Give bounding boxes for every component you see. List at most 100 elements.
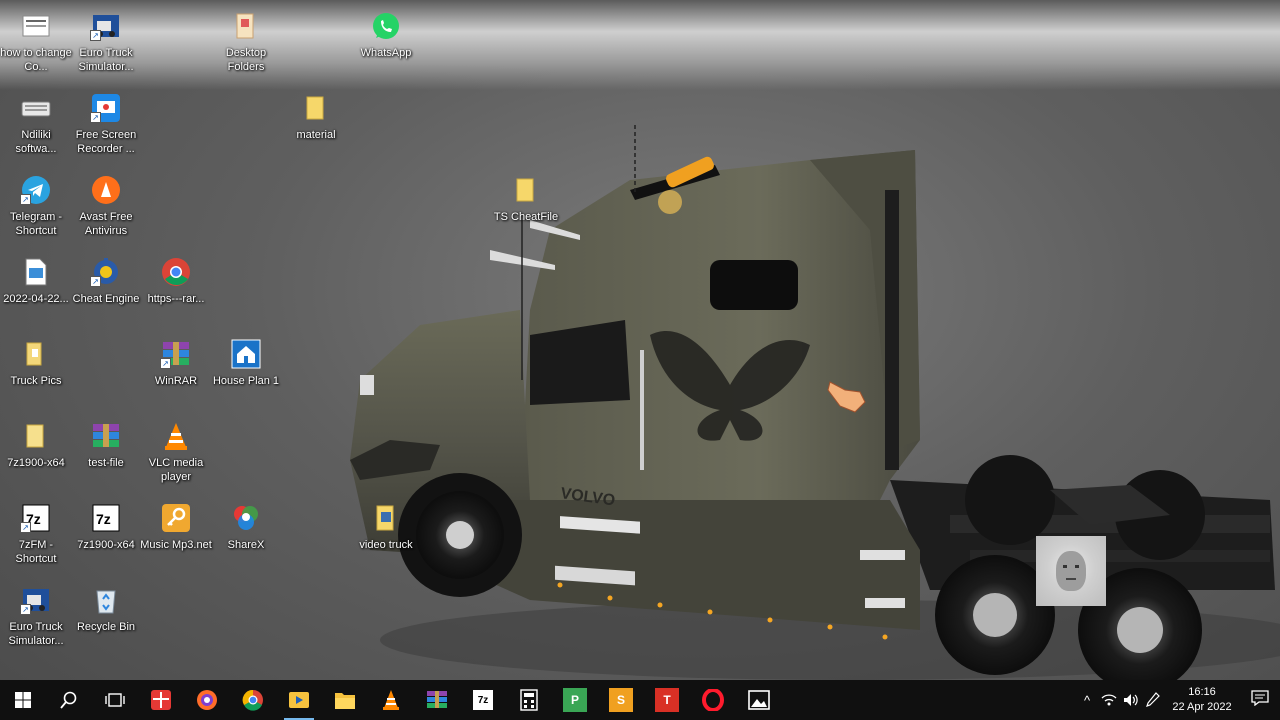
taskbar-app-text[interactable]: T	[644, 680, 690, 720]
desktop-icon-desktop-folders[interactable]: Desktop Folders	[211, 10, 281, 74]
desktop-icon-7zfm-shortcut[interactable]: 7z ↗ 7zFM - Shortcut	[1, 502, 71, 566]
taskbar-app-sheets[interactable]: S	[598, 680, 644, 720]
desktop-icon-label: Euro Truck Simulator...	[78, 47, 134, 73]
desktop-icon-vlc[interactable]: VLC media player	[141, 420, 211, 484]
avast-icon	[89, 174, 123, 206]
text-app-icon: T	[655, 688, 679, 712]
sheets-icon: S	[609, 688, 633, 712]
file-explorer-icon	[333, 688, 357, 712]
video-folder-icon	[369, 502, 403, 534]
desktop-icon-label: 2022-04-22...	[3, 293, 69, 305]
photos-icon	[747, 688, 771, 712]
brave-browser-icon	[195, 688, 219, 712]
screen-recorder-icon	[287, 688, 311, 712]
rar-archive-icon	[89, 420, 123, 452]
desktop-icon-ndiliki-software[interactable]: Ndiliki softwa...	[1, 92, 71, 156]
desktop-icon-telegram-shortcut[interactable]: ↗ Telegram - Shortcut	[1, 174, 71, 238]
chrome-icon	[159, 256, 193, 288]
desktop-icon-label: Recycle Bin	[76, 621, 136, 633]
desktop-icon-free-screen-recorder[interactable]: ↗ Free Screen Recorder ...	[71, 92, 141, 156]
7zip-icon: 7z	[89, 502, 123, 534]
desktop-icon-truck-pics[interactable]: Truck Pics	[1, 338, 71, 388]
desktop-icon-whatsapp[interactable]: WhatsApp	[351, 10, 421, 60]
taskbar-app-7zip[interactable]: 7z	[460, 680, 506, 720]
clock-date: 22 Apr 2022	[1172, 701, 1232, 713]
desktop-icon-label: video truck	[359, 539, 413, 551]
search-icon	[57, 688, 81, 712]
pen-icon[interactable]	[1142, 680, 1164, 720]
taskbar-app-winrar[interactable]	[414, 680, 460, 720]
desktop-icon-7z1900-installer[interactable]: 7z 7z1900-x64	[71, 502, 141, 552]
desktop-icon-label: https---rar...	[147, 293, 205, 305]
house-plan-icon	[229, 338, 263, 370]
taskbar-app-screen-recorder[interactable]	[276, 680, 322, 720]
desktop-icon-ts-cheatfile[interactable]: TS CheatFile	[491, 174, 561, 224]
desktop-icon-label: Ndiliki softwa...	[15, 129, 57, 155]
telegram-icon: ↗	[19, 174, 53, 206]
taskbar-app-photos[interactable]	[736, 680, 782, 720]
volume-icon[interactable]	[1120, 680, 1142, 720]
desktop-icon-label: material	[296, 129, 336, 141]
opera-icon	[701, 688, 725, 712]
desktop-icon-label: 7zFM - Shortcut	[15, 539, 57, 565]
taskbar-app-calculator[interactable]	[506, 680, 552, 720]
cheat-engine-icon: ↗	[89, 256, 123, 288]
windows-start-icon	[11, 688, 35, 712]
task-view-button[interactable]	[92, 680, 138, 720]
desktop-icon-how-to-change[interactable]: how to change Co...	[0, 10, 72, 74]
folder-icon	[509, 174, 543, 206]
taskbar-app-file-explorer[interactable]	[322, 680, 368, 720]
taskbar-app-vlc[interactable]	[368, 680, 414, 720]
desktop-icon-material[interactable]: material	[281, 92, 351, 142]
system-tray: ^ 16:16 22 Apr 2022	[1076, 680, 1280, 720]
desktop-icon-label: House Plan 1	[212, 375, 280, 387]
taskbar-app-gift[interactable]	[138, 680, 184, 720]
task-view-icon	[103, 688, 127, 712]
desktop-icon-euro-truck-1[interactable]: ↗ Euro Truck Simulator...	[71, 10, 141, 74]
folder-icon	[19, 420, 53, 452]
desktop-icon-label: Cheat Engine	[72, 293, 140, 305]
document-icon	[19, 10, 53, 42]
desktop-icon-label: WhatsApp	[360, 47, 412, 59]
vlc-icon	[159, 420, 193, 452]
desktop-icon-euro-truck-2[interactable]: ↗ Euro Truck Simulator...	[1, 584, 71, 648]
taskbar-app-publisher[interactable]: P	[552, 680, 598, 720]
taskbar-app-opera[interactable]	[690, 680, 736, 720]
desktop-icon-label: Avast Free Antivirus	[79, 211, 133, 237]
desktop-icon-label: VLC media player	[148, 457, 204, 483]
taskbar-clock[interactable]: 16:16 22 Apr 2022	[1164, 685, 1240, 715]
screen-recorder-icon: ↗	[89, 92, 123, 124]
desktop-icon-https-rar[interactable]: https---rar...	[141, 256, 211, 306]
taskbar-app-chrome[interactable]	[230, 680, 276, 720]
image-file-icon	[19, 256, 53, 288]
taskbar-app-brave[interactable]	[184, 680, 230, 720]
folder-icon	[19, 338, 53, 370]
desktop-icon-label: Telegram - Shortcut	[10, 211, 62, 237]
folder-icon	[299, 92, 333, 124]
desktop-icon-house-plan[interactable]: House Plan 1	[211, 338, 281, 388]
desktop-icon-recycle-bin[interactable]: Recycle Bin	[71, 584, 141, 634]
notification-center-button[interactable]	[1240, 680, 1280, 720]
network-icon[interactable]	[1098, 680, 1120, 720]
desktop-icon-7z1900-folder[interactable]: 7z1900-x64	[1, 420, 71, 470]
desktop-icon-sharex[interactable]: ShareX	[211, 502, 281, 552]
desktop-icon-cheat-engine[interactable]: ↗ Cheat Engine	[71, 256, 141, 306]
desktop-icon-label: Free Screen Recorder ...	[75, 129, 137, 155]
start-button[interactable]	[0, 680, 46, 720]
music-key-icon	[159, 502, 193, 534]
desktop-icon-test-file[interactable]: test-file	[71, 420, 141, 470]
tray-overflow-chevron-icon[interactable]: ^	[1076, 680, 1098, 720]
desktop-icon-winrar[interactable]: ↗ WinRAR	[141, 338, 211, 388]
taskbar: 7z P S T ^ 16:16 22 Apr 2022	[0, 680, 1280, 720]
webcam-overlay	[1036, 536, 1106, 606]
desktop-icon-video-truck[interactable]: video truck	[351, 502, 421, 552]
webcam-face	[1056, 551, 1086, 591]
desktop-icon-music-mp3[interactable]: Music Mp3.net	[140, 502, 212, 552]
search-button[interactable]	[46, 680, 92, 720]
vlc-icon	[379, 688, 403, 712]
ets2-game-icon: ↗	[19, 584, 53, 616]
calculator-icon	[517, 688, 541, 712]
desktop-icon-screenshot-file[interactable]: 2022-04-22...	[1, 256, 71, 306]
desktop-icon-avast[interactable]: Avast Free Antivirus	[71, 174, 141, 238]
publisher-icon: P	[563, 688, 587, 712]
